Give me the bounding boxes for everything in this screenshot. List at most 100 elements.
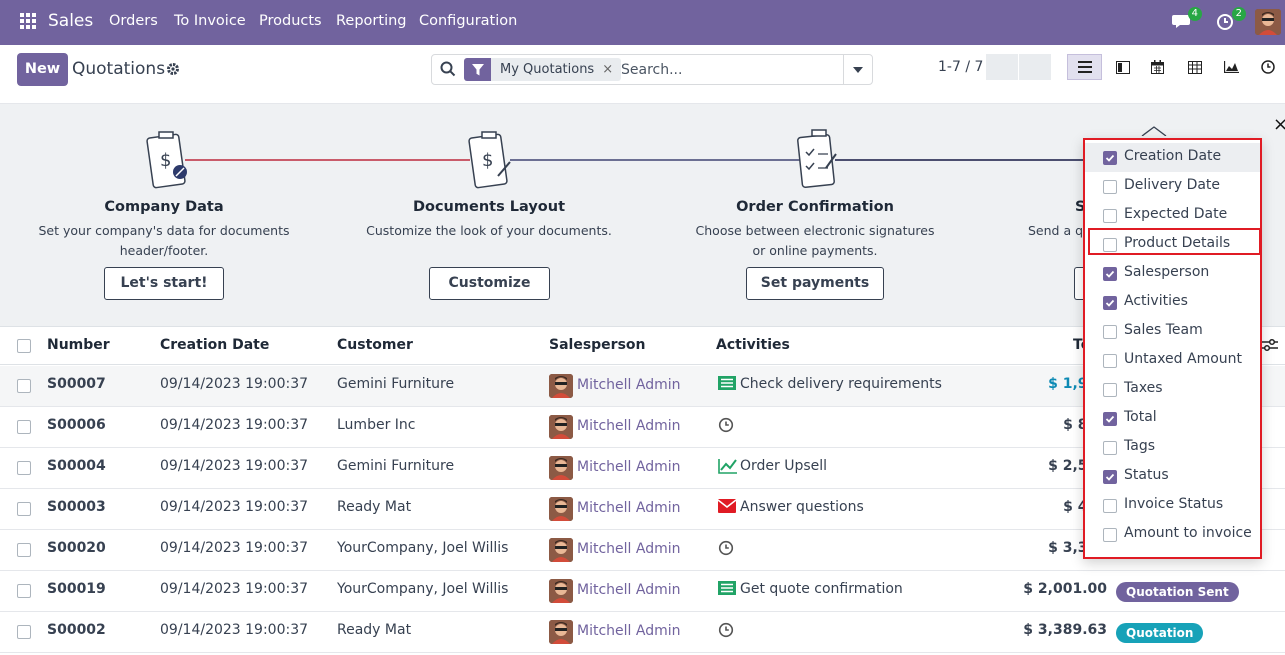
messages-icon[interactable]: 4 bbox=[1172, 7, 1202, 33]
clock-icon[interactable] bbox=[718, 540, 734, 560]
pager-previous-button[interactable] bbox=[986, 54, 1018, 80]
activities-clock-icon[interactable]: 2 bbox=[1216, 7, 1246, 33]
menu-reporting[interactable]: Reporting bbox=[336, 13, 407, 29]
menu-configuration[interactable]: Configuration bbox=[419, 13, 517, 29]
clock-icon[interactable] bbox=[718, 622, 734, 642]
creation-date: 09/14/2023 19:00:37 bbox=[160, 376, 309, 392]
column-option[interactable]: Activities bbox=[1085, 288, 1260, 317]
salesperson-name[interactable]: Mitchell Admin bbox=[577, 541, 681, 557]
checked-checkbox[interactable] bbox=[1103, 470, 1117, 484]
checked-checkbox[interactable] bbox=[1103, 151, 1117, 165]
row-checkbox[interactable] bbox=[17, 543, 31, 557]
column-option[interactable]: Invoice Status bbox=[1085, 491, 1260, 520]
pager-value[interactable]: 1-7 / 7 bbox=[938, 59, 983, 75]
salesperson-name[interactable]: Mitchell Admin bbox=[577, 377, 681, 393]
column-option[interactable]: Sales Team bbox=[1085, 317, 1260, 346]
new-button[interactable]: New bbox=[17, 53, 68, 86]
user-avatar[interactable] bbox=[1255, 9, 1281, 35]
column-option[interactable]: Creation Date bbox=[1085, 143, 1260, 172]
documents-layout-icon: $ bbox=[468, 128, 512, 190]
app-brand[interactable]: Sales bbox=[48, 11, 93, 31]
salesperson-avatar[interactable] bbox=[549, 620, 573, 644]
view-list-icon[interactable] bbox=[1067, 54, 1102, 80]
unchecked-checkbox[interactable] bbox=[1103, 528, 1117, 542]
unchecked-checkbox[interactable] bbox=[1103, 325, 1117, 339]
unchecked-checkbox[interactable] bbox=[1103, 441, 1117, 455]
salesperson-name[interactable]: Mitchell Admin bbox=[577, 500, 681, 516]
row-checkbox[interactable] bbox=[17, 379, 31, 393]
chart-icon[interactable] bbox=[718, 458, 738, 478]
apps-menu-icon[interactable] bbox=[20, 13, 36, 29]
salesperson-avatar[interactable] bbox=[549, 579, 573, 603]
envelope-icon[interactable] bbox=[717, 499, 737, 517]
salesperson-avatar[interactable] bbox=[549, 456, 573, 480]
salesperson-avatar[interactable] bbox=[549, 415, 573, 439]
column-salesperson[interactable]: Salesperson bbox=[549, 337, 646, 353]
column-number[interactable]: Number bbox=[47, 337, 110, 353]
checked-checkbox[interactable] bbox=[1103, 267, 1117, 281]
customize-button[interactable]: Customize bbox=[429, 267, 550, 300]
unchecked-checkbox[interactable] bbox=[1103, 238, 1117, 252]
list-icon[interactable] bbox=[718, 376, 736, 394]
set-payments-button[interactable]: Set payments bbox=[746, 267, 884, 300]
row-checkbox[interactable] bbox=[17, 461, 31, 475]
select-all-checkbox[interactable] bbox=[17, 339, 31, 353]
checked-checkbox[interactable] bbox=[1103, 412, 1117, 426]
column-option[interactable]: Tags bbox=[1085, 433, 1260, 462]
search-icon[interactable] bbox=[440, 61, 456, 77]
salesperson-avatar[interactable] bbox=[549, 538, 573, 562]
view-calendar-icon[interactable] bbox=[1140, 54, 1175, 80]
column-option[interactable]: Product Details bbox=[1085, 230, 1260, 259]
column-option[interactable]: Untaxed Amount bbox=[1085, 346, 1260, 375]
view-activity-icon[interactable] bbox=[1251, 54, 1285, 80]
row-checkbox[interactable] bbox=[17, 420, 31, 434]
optional-columns-toggle-icon[interactable] bbox=[1262, 338, 1278, 352]
row-checkbox[interactable] bbox=[17, 502, 31, 516]
view-kanban-icon[interactable] bbox=[1105, 54, 1140, 80]
unchecked-checkbox[interactable] bbox=[1103, 499, 1117, 513]
lets-start-button[interactable]: Let's start! bbox=[104, 267, 224, 300]
column-creation-date[interactable]: Creation Date bbox=[160, 337, 269, 353]
column-option[interactable]: Amount to invoice bbox=[1085, 520, 1260, 549]
clock-icon[interactable] bbox=[718, 417, 734, 437]
column-activities[interactable]: Activities bbox=[716, 337, 790, 353]
gear-icon[interactable] bbox=[166, 62, 180, 76]
column-option[interactable]: Total bbox=[1085, 404, 1260, 433]
column-option[interactable]: Taxes bbox=[1085, 375, 1260, 404]
pager-next-button[interactable] bbox=[1019, 54, 1051, 80]
column-customer[interactable]: Customer bbox=[337, 337, 413, 353]
view-pivot-icon[interactable] bbox=[1177, 54, 1212, 80]
column-option[interactable]: Delivery Date bbox=[1085, 172, 1260, 201]
column-option[interactable]: Salesperson bbox=[1085, 259, 1260, 288]
list-icon[interactable] bbox=[718, 581, 736, 599]
salesperson-avatar[interactable] bbox=[549, 374, 573, 398]
unchecked-checkbox[interactable] bbox=[1103, 209, 1117, 223]
activity-summary[interactable]: Answer questions bbox=[740, 499, 864, 515]
checked-checkbox[interactable] bbox=[1103, 296, 1117, 310]
unchecked-checkbox[interactable] bbox=[1103, 383, 1117, 397]
salesperson-avatar[interactable] bbox=[549, 497, 573, 521]
menu-products[interactable]: Products bbox=[259, 13, 322, 29]
facet-remove-icon[interactable]: × bbox=[600, 58, 622, 81]
salesperson-name[interactable]: Mitchell Admin bbox=[577, 582, 681, 598]
activity-summary[interactable]: Order Upsell bbox=[740, 458, 827, 474]
unchecked-checkbox[interactable] bbox=[1103, 180, 1117, 194]
activity-summary[interactable]: Get quote confirmation bbox=[740, 581, 903, 597]
menu-orders[interactable]: Orders bbox=[109, 13, 158, 29]
column-option[interactable]: Expected Date bbox=[1085, 201, 1260, 230]
order-number: S00007 bbox=[47, 376, 106, 392]
salesperson-name[interactable]: Mitchell Admin bbox=[577, 459, 681, 475]
menu-to-invoice[interactable]: To Invoice bbox=[174, 13, 246, 29]
salesperson-name[interactable]: Mitchell Admin bbox=[577, 623, 681, 639]
search-options-chevron-icon[interactable] bbox=[843, 55, 872, 84]
view-graph-icon[interactable] bbox=[1214, 54, 1249, 80]
row-checkbox[interactable] bbox=[17, 584, 31, 598]
column-option[interactable]: Status bbox=[1085, 462, 1260, 491]
company-data-icon: $ bbox=[146, 128, 190, 190]
close-onboarding-icon[interactable]: × bbox=[1273, 114, 1285, 135]
salesperson-name[interactable]: Mitchell Admin bbox=[577, 418, 681, 434]
activity-summary[interactable]: Check delivery requirements bbox=[740, 376, 942, 392]
unchecked-checkbox[interactable] bbox=[1103, 354, 1117, 368]
search-input[interactable] bbox=[619, 58, 839, 81]
row-checkbox[interactable] bbox=[17, 625, 31, 639]
